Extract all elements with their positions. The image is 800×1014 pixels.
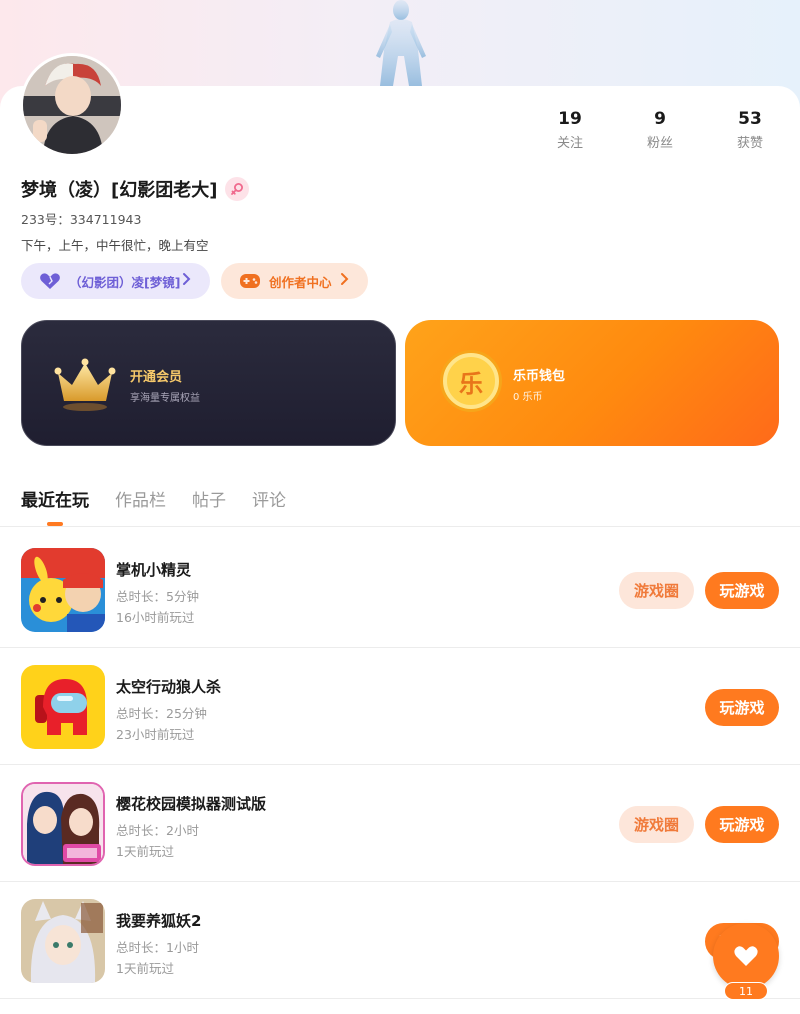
game-last-played: 1天前玩过 [116, 844, 174, 859]
chevron-right-icon [182, 272, 192, 290]
stat-fans-label: 粉丝 [646, 136, 673, 151]
game-last-played: 23小时前玩过 [116, 727, 195, 742]
stat-likes-count: 53 [738, 109, 762, 129]
avatar-image [23, 56, 121, 154]
stat-following-count: 19 [558, 109, 582, 129]
game-title: 掌机小精灵 [116, 561, 192, 579]
tab-posts[interactable]: 帖子 [192, 486, 226, 511]
list-item[interactable]: 太空行动狼人杀 总时长：25分钟 23小时前玩过 玩游戏 [0, 648, 800, 765]
wallet-card[interactable]: 乐 乐币钱包 0 乐币 [405, 320, 779, 446]
play-game-button[interactable]: 玩游戏 [705, 689, 779, 726]
name-row: 梦境（凌）[幻影团老大] [21, 176, 250, 202]
game-icon [21, 782, 105, 866]
avatar[interactable] [20, 53, 124, 157]
game-icon [21, 899, 105, 983]
game-title: 我要养狐妖2 [116, 912, 202, 930]
chevron-right-icon [340, 272, 350, 290]
stat-following-label: 关注 [556, 136, 583, 151]
game-icon [21, 548, 105, 632]
game-title: 太空行动狼人杀 [116, 678, 222, 696]
stat-following[interactable]: 19 关注 [535, 108, 605, 151]
guild-pill[interactable]: （幻影团）凌[梦镜] [21, 263, 210, 299]
vip-membership-card[interactable]: 开通会员 享海量专属权益 [21, 320, 396, 446]
game-last-played: 1天前玩过 [116, 961, 174, 976]
game-duration: 总时长：1小时 [116, 940, 199, 955]
play-game-button[interactable]: 玩游戏 [705, 806, 779, 843]
coin-icon: 乐 [443, 353, 499, 409]
profile-tabs: 最近在玩 作品栏 帖子 评论 [0, 478, 800, 527]
game-duration: 总时长：25分钟 [116, 706, 207, 721]
game-duration: 总时长：2小时 [116, 823, 199, 838]
gamepad-icon [239, 271, 261, 291]
game-title: 樱花校园模拟器测试版 [116, 795, 267, 813]
tab-works[interactable]: 作品栏 [115, 486, 166, 511]
list-item[interactable]: 我要养狐妖2 总时长：1小时 1天前玩过 玩游戏 [0, 882, 800, 999]
tab-comments[interactable]: 评论 [252, 486, 286, 511]
vip-card-subtitle: 享海量专属权益 [130, 393, 200, 404]
like-count-badge: 11 [724, 982, 768, 1000]
floating-like-button[interactable] [713, 923, 779, 989]
wallet-card-balance: 0 乐币 [513, 392, 543, 403]
game-icon [21, 665, 105, 749]
game-circle-button[interactable]: 游戏圈 [619, 806, 694, 843]
creator-center-pill[interactable]: 创作者中心 [221, 263, 368, 299]
list-item[interactable]: 樱花校园模拟器测试版 总时长：2小时 1天前玩过 游戏圈 玩游戏 [0, 765, 800, 882]
username: 梦境（凌）[幻影团老大] [21, 180, 218, 201]
coin-glyph: 乐 [459, 369, 483, 398]
stat-likes[interactable]: 53 获赞 [715, 108, 785, 151]
crown-icon [54, 358, 116, 411]
creator-center-label: 创作者中心 [269, 274, 332, 290]
stat-fans[interactable]: 9 粉丝 [625, 108, 695, 151]
hero-figure-icon [376, 0, 426, 86]
stat-likes-label: 获赞 [736, 136, 763, 151]
tab-recently-played[interactable]: 最近在玩 [21, 486, 89, 511]
user-id: 233号：334711943 [21, 212, 142, 227]
heart-icon [734, 946, 758, 966]
list-item[interactable]: 掌机小精灵 总时长：5分钟 16小时前玩过 游戏圈 玩游戏 [0, 531, 800, 648]
guild-pill-label: （幻影团）凌[梦镜] [69, 274, 181, 290]
female-gender-icon [225, 177, 250, 201]
wallet-card-title: 乐币钱包 [513, 369, 566, 384]
game-circle-button[interactable]: 游戏圈 [619, 572, 694, 609]
stat-fans-count: 9 [654, 109, 666, 129]
play-game-button[interactable]: 玩游戏 [705, 572, 779, 609]
game-last-played: 16小时前玩过 [116, 610, 195, 625]
game-duration: 总时长：5分钟 [116, 589, 199, 604]
user-bio: 下午，上午，中午很忙，晚上有空 [21, 238, 209, 253]
guild-heart-icon [39, 271, 61, 291]
tab-active-indicator [47, 522, 63, 526]
vip-card-title: 开通会员 [130, 370, 183, 385]
